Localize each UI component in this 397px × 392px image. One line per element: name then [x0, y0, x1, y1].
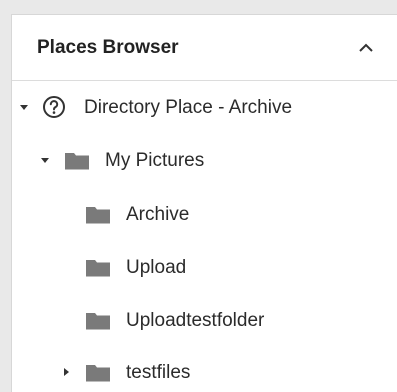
tree-item-label: Uploadtestfolder — [126, 310, 265, 331]
chevron-up-icon — [359, 43, 373, 52]
caret-right-icon[interactable] — [60, 366, 72, 378]
panel-header: Places Browser — [12, 15, 397, 81]
tree-item-my-pictures[interactable]: My Pictures — [12, 140, 397, 180]
folder-icon — [86, 365, 110, 382]
folder-icon — [86, 207, 110, 224]
folder-icon — [65, 153, 89, 170]
folder-icon — [86, 313, 110, 330]
tree-item-label: testfiles — [126, 362, 191, 383]
tree-item-testfiles[interactable]: testfiles — [12, 352, 397, 392]
tree-item-uploadtestfolder[interactable]: Uploadtestfolder — [12, 300, 397, 340]
collapse-button[interactable] — [352, 35, 380, 61]
tree-item-label: Upload — [126, 257, 187, 278]
tree-item-label: Archive — [126, 204, 190, 225]
tree-item-label: My Pictures — [105, 150, 205, 171]
tree-item-archive[interactable]: Archive — [12, 194, 397, 234]
tree-item-upload[interactable]: Upload — [12, 247, 397, 287]
folder-icon — [86, 260, 110, 277]
tree-item-label: Directory Place - Archive — [84, 97, 293, 118]
panel-title: Places Browser — [37, 37, 179, 58]
places-browser-panel: Places Browser Directory Place - Archive… — [11, 14, 397, 392]
question-circle-icon — [43, 96, 65, 118]
caret-down-icon[interactable] — [39, 154, 51, 166]
caret-down-icon[interactable] — [18, 101, 30, 113]
tree-item-directory-place-archive[interactable]: Directory Place - Archive — [12, 87, 397, 127]
